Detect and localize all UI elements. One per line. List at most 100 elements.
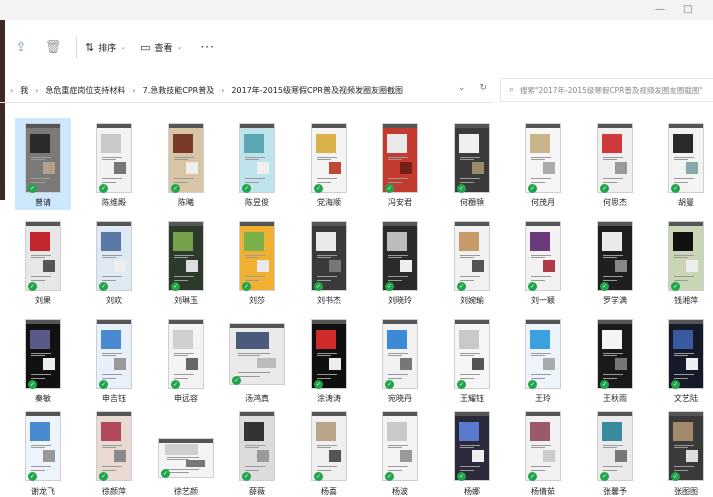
file-item[interactable]: ✓ 秦敏 xyxy=(15,314,71,406)
file-item[interactable]: ✓ 涂涛涛 xyxy=(301,314,357,406)
breadcrumb-separator: › xyxy=(35,85,39,95)
file-item[interactable]: ✓ 刘欢 xyxy=(86,216,142,308)
sort-button[interactable]: ⇅ 排序 ⌄ xyxy=(85,41,126,54)
file-item[interactable]: ✓ 陈昱俊 xyxy=(229,118,285,210)
more-options-button[interactable]: ··· xyxy=(200,40,214,54)
breadcrumb-separator: › xyxy=(10,85,14,95)
file-item[interactable]: ✓ 徐艺颜 xyxy=(158,406,214,496)
file-thumbnail xyxy=(597,221,633,291)
breadcrumb-item[interactable]: 我 xyxy=(20,85,28,96)
file-thumbnail xyxy=(382,319,418,389)
minimize-icon[interactable]: — xyxy=(655,4,665,15)
file-thumbnail xyxy=(239,123,275,193)
file-thumbnail xyxy=(668,123,704,193)
breadcrumb-separator: › xyxy=(221,85,225,95)
file-name: 杨娜 xyxy=(464,487,480,496)
view-button[interactable]: ▭ 查看 ⌄ xyxy=(140,41,182,54)
file-thumbnail xyxy=(382,221,418,291)
chevron-down-icon: ⌄ xyxy=(120,43,127,51)
file-name: 陈曦 xyxy=(178,198,194,207)
file-name: 何思杰 xyxy=(603,198,627,207)
file-item[interactable]: ✓ 王玲 xyxy=(515,314,571,406)
synced-check-icon: ✓ xyxy=(385,380,394,389)
file-thumbnail xyxy=(96,319,132,389)
synced-check-icon: ✓ xyxy=(28,282,37,291)
chevron-down-icon: ⌄ xyxy=(176,43,183,51)
file-item[interactable]: ✓ 胡曼 xyxy=(658,118,713,210)
file-name: 刘琳玉 xyxy=(174,296,198,305)
file-item[interactable]: ✓ 党海顺 xyxy=(301,118,357,210)
file-item[interactable]: ✓ 王秋雨 xyxy=(587,314,643,406)
file-thumbnail xyxy=(525,319,561,389)
synced-check-icon: ✓ xyxy=(671,184,680,193)
search-input[interactable]: 搜索"2017年-2015级寒假CPR普及视频发圈友圈截图" xyxy=(520,85,703,96)
file-name: 薛薇 xyxy=(249,487,265,496)
file-name: 杨波 xyxy=(392,487,408,496)
file-name: 宛晓丹 xyxy=(388,394,412,403)
chevron-down-icon[interactable]: ⌄ xyxy=(458,83,466,93)
file-name: 何茂月 xyxy=(531,198,555,207)
file-thumbnail xyxy=(382,411,418,481)
synced-check-icon: ✓ xyxy=(457,380,466,389)
file-item[interactable]: ✓ 冯安君 xyxy=(372,118,428,210)
address-bar[interactable]: › 我 › 急危重症岗位支持材料 › 7.急救技能CPR普及 › 2017年-2015级寒假C… xyxy=(0,78,493,103)
sort-icon: ⇅ xyxy=(85,40,95,54)
file-item[interactable]: ✓ 刘莎 xyxy=(229,216,285,308)
file-item[interactable]: ✓ 何頵顇 xyxy=(444,118,500,210)
file-item[interactable]: ✓ 刘果 xyxy=(15,216,71,308)
file-item[interactable]: ✓ 何思杰 xyxy=(587,118,643,210)
file-item[interactable]: ✓ 钱湘萍 xyxy=(658,216,713,308)
breadcrumb-item[interactable]: 2017年-2015级寒假CPR普及视频发圈友圈截图 xyxy=(231,85,403,96)
file-item[interactable]: ✓ 杨喜 xyxy=(301,406,357,496)
synced-check-icon: ✓ xyxy=(28,380,37,389)
file-item[interactable]: ✓ 申吉钰 xyxy=(86,314,142,406)
share-icon[interactable]: ⇪ xyxy=(10,36,32,58)
file-name: 何頵顇 xyxy=(460,198,484,207)
file-item[interactable]: ✓ 文艺陆 xyxy=(658,314,713,406)
file-item[interactable]: ✓ 刘琳玉 xyxy=(158,216,214,308)
file-item[interactable]: ✓ 徐颜萍 xyxy=(86,406,142,496)
file-name: 杨倩茹 xyxy=(531,487,555,496)
file-item[interactable]: ✓ 刘晓玲 xyxy=(372,216,428,308)
file-item[interactable]: ✓ 陈曦 xyxy=(158,118,214,210)
file-grid: ✓ 曾请 ✓ 陈维殿 ✓ 陈曦 ✓ 陈昱俊 ✓ 党海顺 ✓ 冯安君 ✓ 何頵顇 ✓ 何茂月 ✓ 何思杰 ✓ 胡曼 ✓ 刘果… xyxy=(0,118,713,496)
file-item[interactable]: ✓ 刘书杰 xyxy=(301,216,357,308)
file-name: 冯安君 xyxy=(388,198,412,207)
file-item[interactable]: ✓ 杨波 xyxy=(372,406,428,496)
file-thumbnail xyxy=(239,411,275,481)
synced-check-icon: ✓ xyxy=(600,472,609,481)
file-item[interactable]: ✓ 宛晓丹 xyxy=(372,314,428,406)
search-box[interactable]: ⌕ 搜索"2017年-2015级寒假CPR普及视频发圈友圈截图" xyxy=(500,78,713,102)
file-thumbnail xyxy=(525,411,561,481)
maximize-icon[interactable]: □ xyxy=(683,4,692,15)
breadcrumb-item[interactable]: 急危重症岗位支持材料 xyxy=(45,85,125,96)
file-item[interactable]: ✓ 杨娜 xyxy=(444,406,500,496)
file-name: 曾请 xyxy=(35,198,51,207)
file-item[interactable]: ✓ 谢龙飞 xyxy=(15,406,71,496)
file-item[interactable]: ✓ 刘一颖 xyxy=(515,216,571,308)
file-thumbnail xyxy=(454,221,490,291)
refresh-icon[interactable]: ↻ xyxy=(479,83,487,93)
file-item[interactable]: ✓ 张馨予 xyxy=(587,406,643,496)
synced-check-icon: ✓ xyxy=(528,282,537,291)
file-item[interactable]: ✓ 汤鸿真 xyxy=(229,314,285,406)
file-item[interactable]: ✓ 王耀钰 xyxy=(444,314,500,406)
file-item[interactable]: ✓ 张图图 xyxy=(658,406,713,496)
file-item[interactable]: ✓ 陈维殿 xyxy=(86,118,142,210)
file-item[interactable]: ✓ 申远容 xyxy=(158,314,214,406)
synced-check-icon: ✓ xyxy=(528,380,537,389)
file-thumbnail xyxy=(454,319,490,389)
file-thumbnail xyxy=(597,411,633,481)
synced-check-icon: ✓ xyxy=(528,184,537,193)
file-item[interactable]: ✓ 何茂月 xyxy=(515,118,571,210)
synced-check-icon: ✓ xyxy=(671,282,680,291)
delete-icon[interactable]: 🗑 xyxy=(42,36,64,58)
file-item[interactable]: ✓ 杨倩茹 xyxy=(515,406,571,496)
file-item[interactable]: ✓ 罗学满 xyxy=(587,216,643,308)
file-item[interactable]: ✓ 薛薇 xyxy=(229,406,285,496)
file-thumbnail xyxy=(311,221,347,291)
file-name: 汤鸿真 xyxy=(245,394,269,403)
file-item[interactable]: ✓ 刘婉瑜 xyxy=(444,216,500,308)
file-item[interactable]: ✓ 曾请 xyxy=(15,118,71,210)
breadcrumb-item[interactable]: 7.急救技能CPR普及 xyxy=(143,85,215,96)
